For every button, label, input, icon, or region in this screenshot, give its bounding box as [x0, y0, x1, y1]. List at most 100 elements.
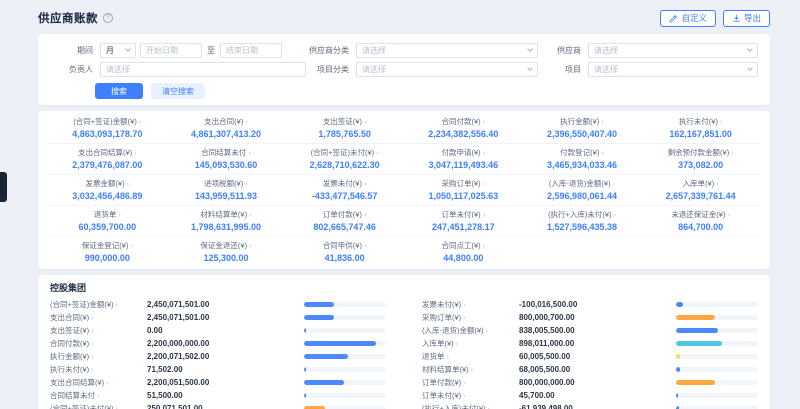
group-metric-row[interactable]: 合同付款(¥)›2,200,000,000.00	[50, 337, 386, 350]
group-metric-row[interactable]: 采购订单(¥)›800,000,700.00	[422, 311, 758, 324]
metric-value: 373,082.00	[643, 160, 758, 170]
start-date-input[interactable]	[140, 43, 202, 58]
chevron-right-icon: ›	[601, 117, 604, 126]
metric-value: 2,596,980,061.44	[525, 191, 640, 201]
summary-metric[interactable]: 采购订单(¥)›1,050,117,025.63	[404, 175, 523, 205]
manager-label: 负责人	[50, 64, 100, 75]
group-metric-label: 支出合同(¥)›	[50, 312, 147, 323]
end-date-input[interactable]	[220, 43, 282, 58]
summary-metric[interactable]: 合同付款(¥)›2,234,382,556.40	[404, 113, 523, 143]
period-unit-select[interactable]: 月	[100, 43, 136, 58]
summary-metric[interactable]: (合同+签证)金额(¥)›4,863,093,178.70	[48, 113, 167, 143]
summary-metric[interactable]: 发票金额(¥)›3,032,456,486.89	[48, 175, 167, 205]
group-metric-row[interactable]: (入库-退货)金额(¥)›838,005,500.00	[422, 324, 758, 337]
export-button[interactable]: 导出	[723, 10, 770, 27]
summary-metric[interactable]: 付款登记(¥)›3,465,934,033.46	[523, 144, 642, 174]
metric-label: (入库-退货)金额(¥)›	[525, 178, 640, 189]
chevron-right-icon: ›	[613, 179, 616, 188]
metric-label: 支出合同(¥)›	[169, 116, 284, 127]
group-metric-row[interactable]: 执行未付(¥)›71,502.00	[50, 363, 386, 376]
chevron-right-icon: ›	[364, 210, 367, 219]
chevron-down-icon	[527, 46, 533, 52]
clear-search-button[interactable]: 清空搜索	[151, 83, 205, 99]
metric-label: 材料结算单(¥)›	[169, 209, 284, 220]
metric-value: 4,863,093,178.70	[50, 129, 165, 139]
summary-metric[interactable]: 合同结算未付›145,093,530.60	[167, 144, 286, 174]
period-label: 期间	[50, 45, 100, 56]
group-metric-label: (合同+签证)金额(¥)›	[50, 299, 147, 310]
summary-metric[interactable]: 付款申请(¥)›3,047,119,493.46	[404, 144, 523, 174]
chevron-right-icon: ›	[483, 179, 486, 188]
metric-bar	[304, 302, 386, 307]
sidebar-toggle[interactable]	[0, 172, 7, 202]
filter-project: 项目 请选择	[538, 62, 758, 77]
summary-metric[interactable]: 未退还保证金(¥)›864,700.00	[641, 206, 760, 236]
group-metric-row[interactable]: 订单未付(¥)›45,700.00	[422, 389, 758, 402]
chevron-right-icon: ›	[463, 378, 466, 387]
group-metric-row[interactable]: 订单付款(¥)›800,000,000.00	[422, 376, 758, 389]
summary-metric[interactable]: 支出合同(¥)›4,861,307,413.20	[167, 113, 286, 143]
group-metric-row[interactable]: (合同+签证)金额(¥)›2,450,071,501.00	[50, 298, 386, 311]
metric-bar	[676, 393, 758, 398]
summary-metric[interactable]: 保证金登记(¥)›990,000.00	[48, 237, 167, 267]
summary-metric[interactable]: 剩余预付款金额(¥)›373,082.00	[641, 144, 760, 174]
group-metric-value: -100,016,500.00	[519, 300, 676, 309]
supplier-select[interactable]: 请选择	[588, 43, 758, 58]
group-metric-row[interactable]: 退货单›60,005,500.00	[422, 350, 758, 363]
metric-label: 发票未付(¥)›	[287, 178, 402, 189]
summary-metric[interactable]: 材料结算单(¥)› 1,798,631,995.00	[167, 206, 286, 236]
metric-value: -433,477,546.57	[287, 191, 402, 201]
metric-value: 864,700.00	[643, 222, 758, 232]
chevron-right-icon: ›	[97, 391, 100, 400]
project-select[interactable]: 请选择	[588, 62, 758, 77]
summary-metric[interactable]: 支出签证(¥)›1,785,765.50	[285, 113, 404, 143]
group-metric-row[interactable]: 材料结算单(¥)›68,005,500.00	[422, 363, 758, 376]
group-metric-row[interactable]: 支出合同结算(¥)›2,200,051,500.00	[50, 376, 386, 389]
summary-metric[interactable]: 进项税额(¥)›143,959,511.93	[167, 175, 286, 205]
summary-metric[interactable]: 支出合同结算(¥)›2,379,476,087.00	[48, 144, 167, 174]
metric-value: 1,798,631,995.00	[169, 222, 284, 232]
group-metric-value: 2,450,071,501.00	[147, 313, 304, 322]
metric-bar	[676, 302, 758, 307]
metric-bar	[676, 354, 758, 359]
metric-value: 44,800.00	[406, 253, 521, 263]
chevron-right-icon: ›	[486, 326, 489, 335]
chevron-right-icon: ›	[720, 117, 723, 126]
manager-select[interactable]: 请选择	[100, 62, 306, 77]
supplier-category-select[interactable]: 请选择	[356, 43, 538, 58]
project-category-select[interactable]: 请选择	[356, 62, 538, 77]
group-metric-row[interactable]: 执行金额(¥)›2,200,071,502.00	[50, 350, 386, 363]
group-metric-row[interactable]: 入库单(¥)›898,011,000.00	[422, 337, 758, 350]
summary-metric[interactable]: 执行未付(¥)›162,167,851.00	[641, 113, 760, 143]
group-metric-row[interactable]: 合同结算未付›51,500.00	[50, 389, 386, 402]
chevron-right-icon: ›	[91, 313, 94, 322]
group-metric-row[interactable]: 支出签证(¥)›0.00	[50, 324, 386, 337]
chevron-right-icon: ›	[91, 365, 94, 374]
group-metric-row[interactable]: (执行+入库)未付(¥)›-61,939,498.00	[422, 402, 758, 409]
group-metric-value: 0.00	[147, 326, 304, 335]
search-button[interactable]: 搜索	[95, 83, 143, 99]
metric-value: 145,093,530.60	[169, 160, 284, 170]
summary-metric[interactable]: 订单未付(¥)›247,451,278.17	[404, 206, 523, 236]
group-metric-row[interactable]: 发票未付(¥)›-100,016,500.00	[422, 298, 758, 311]
filter-row-1: 期间 月 至 供应商分类 请选择 供应商 请选择	[50, 42, 758, 58]
summary-metric[interactable]: 保证金退还(¥)›125,300.00	[167, 237, 286, 267]
chevron-right-icon: ›	[731, 148, 734, 157]
summary-metric[interactable]: 订单付款(¥)›802,665,747.46	[285, 206, 404, 236]
summary-metric[interactable]: (合同+签证)未付(¥)›2,628,710,622.30	[285, 144, 404, 174]
summary-metric[interactable]: 发票未付(¥)› -433,477,546.57	[285, 175, 404, 205]
summary-metric[interactable]: 合同甲供(¥)›41,836.00	[285, 237, 404, 267]
summary-metric[interactable]: 合同点工(¥)›44,800.00	[404, 237, 523, 267]
summary-metric[interactable]: 执行金额(¥)›2,396,550,407.40	[523, 113, 642, 143]
help-icon[interactable]: ?	[103, 13, 113, 23]
summary-metric[interactable]: (执行+入库)未付(¥)›1,527,596,435.38	[523, 206, 642, 236]
group-metric-row[interactable]: 支出合同(¥)›2,450,071,501.00	[50, 311, 386, 324]
group-metric-label: 执行金额(¥)›	[50, 351, 147, 362]
summary-metric[interactable]: (入库-退货)金额(¥)› 2,596,980,061.44	[523, 175, 642, 205]
summary-metric[interactable]: 退货单›60,359,700.00	[48, 206, 167, 236]
metric-value: 125,300.00	[169, 253, 284, 263]
project-placeholder: 请选择	[594, 64, 744, 75]
customize-button[interactable]: 自定义	[660, 10, 716, 27]
summary-metric[interactable]: 入库单(¥)›2,657,339,761.44	[641, 175, 760, 205]
group-metric-row[interactable]: (合同+签证)未付(¥)›250,071,501.00	[50, 402, 386, 409]
